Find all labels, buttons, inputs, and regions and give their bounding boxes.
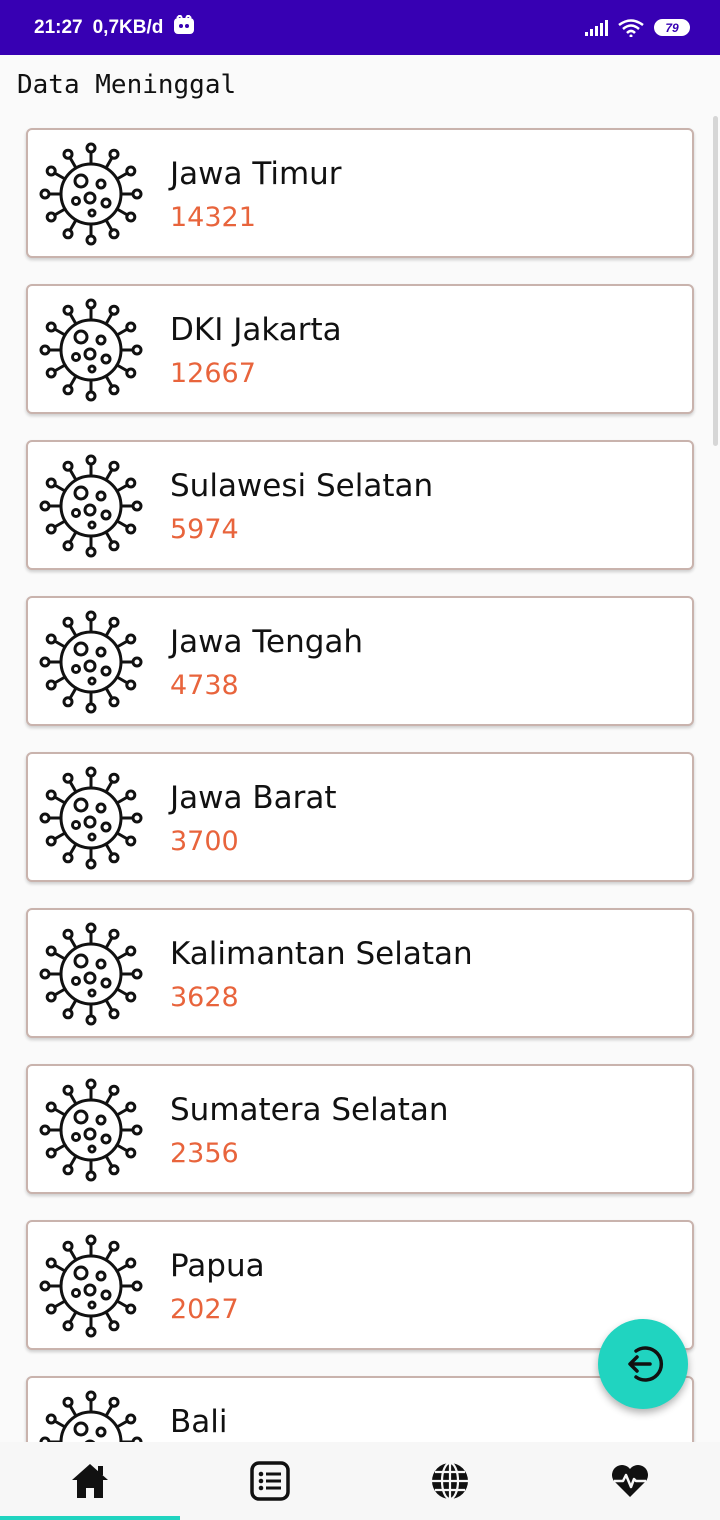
province-card[interactable]: Jawa Tengah 4738 [26, 596, 694, 726]
status-network-speed: 0,7KB/d [92, 16, 164, 38]
logout-icon [628, 1346, 664, 1382]
virus-icon [38, 609, 144, 715]
battery-icon: 79 [654, 19, 690, 36]
province-name: Sulawesi Selatan [170, 468, 434, 504]
province-card[interactable]: Papua 2027 [26, 1220, 694, 1350]
signal-icon [584, 19, 608, 36]
death-count: 12667 [170, 358, 256, 389]
virus-icon [38, 297, 144, 403]
province-list[interactable]: Jawa Timur 14321 DKI Jakarta 12667 Sulawes… [0, 116, 720, 1442]
province-name: Kalimantan Selatan [170, 936, 473, 972]
nav-list[interactable] [180, 1442, 360, 1520]
virus-icon [38, 921, 144, 1027]
heartbeat-icon [612, 1465, 648, 1497]
nav-globe[interactable] [360, 1442, 540, 1520]
death-count: 14321 [170, 202, 256, 233]
nav-home[interactable] [0, 1442, 180, 1520]
nav-health[interactable] [540, 1442, 720, 1520]
list-icon [250, 1461, 290, 1501]
status-time: 21:27 [34, 16, 83, 38]
death-count: 2356 [170, 1138, 239, 1169]
province-card[interactable]: Bali [26, 1376, 694, 1442]
province-name: Sumatera Selatan [170, 1092, 449, 1128]
province-name: Jawa Tengah [170, 624, 364, 660]
virus-icon [38, 141, 144, 247]
death-count: 3628 [170, 982, 239, 1013]
virus-icon [38, 1233, 144, 1339]
province-name: DKI Jakarta [170, 312, 342, 348]
province-name: Bali [170, 1404, 228, 1440]
virus-icon [38, 1077, 144, 1183]
province-card[interactable]: Sulawesi Selatan 5974 [26, 440, 694, 570]
province-card[interactable]: Kalimantan Selatan 3628 [26, 908, 694, 1038]
death-count: 2027 [170, 1294, 239, 1325]
province-name: Papua [170, 1248, 265, 1284]
province-name: Jawa Timur [170, 156, 342, 192]
virus-icon [38, 765, 144, 871]
death-count: 5974 [170, 514, 239, 545]
province-name: Jawa Barat [170, 780, 337, 816]
notification-icon [173, 12, 195, 41]
bottom-navigation [0, 1442, 720, 1520]
logout-button[interactable] [598, 1319, 688, 1409]
province-card[interactable]: Jawa Barat 3700 [26, 752, 694, 882]
home-icon [72, 1464, 108, 1498]
scrollbar[interactable] [713, 116, 718, 446]
province-card[interactable]: Jawa Timur 14321 [26, 128, 694, 258]
province-card[interactable]: Sumatera Selatan 2356 [26, 1064, 694, 1194]
status-bar: 21:27 0,7KB/d 79 [0, 0, 720, 55]
globe-icon [432, 1461, 468, 1501]
page-title: Data Meninggal [17, 70, 237, 100]
wifi-icon [618, 18, 644, 37]
province-card[interactable]: DKI Jakarta 12667 [26, 284, 694, 414]
virus-icon [38, 1389, 144, 1442]
death-count: 3700 [170, 826, 239, 857]
virus-icon [38, 453, 144, 559]
death-count: 4738 [170, 670, 239, 701]
